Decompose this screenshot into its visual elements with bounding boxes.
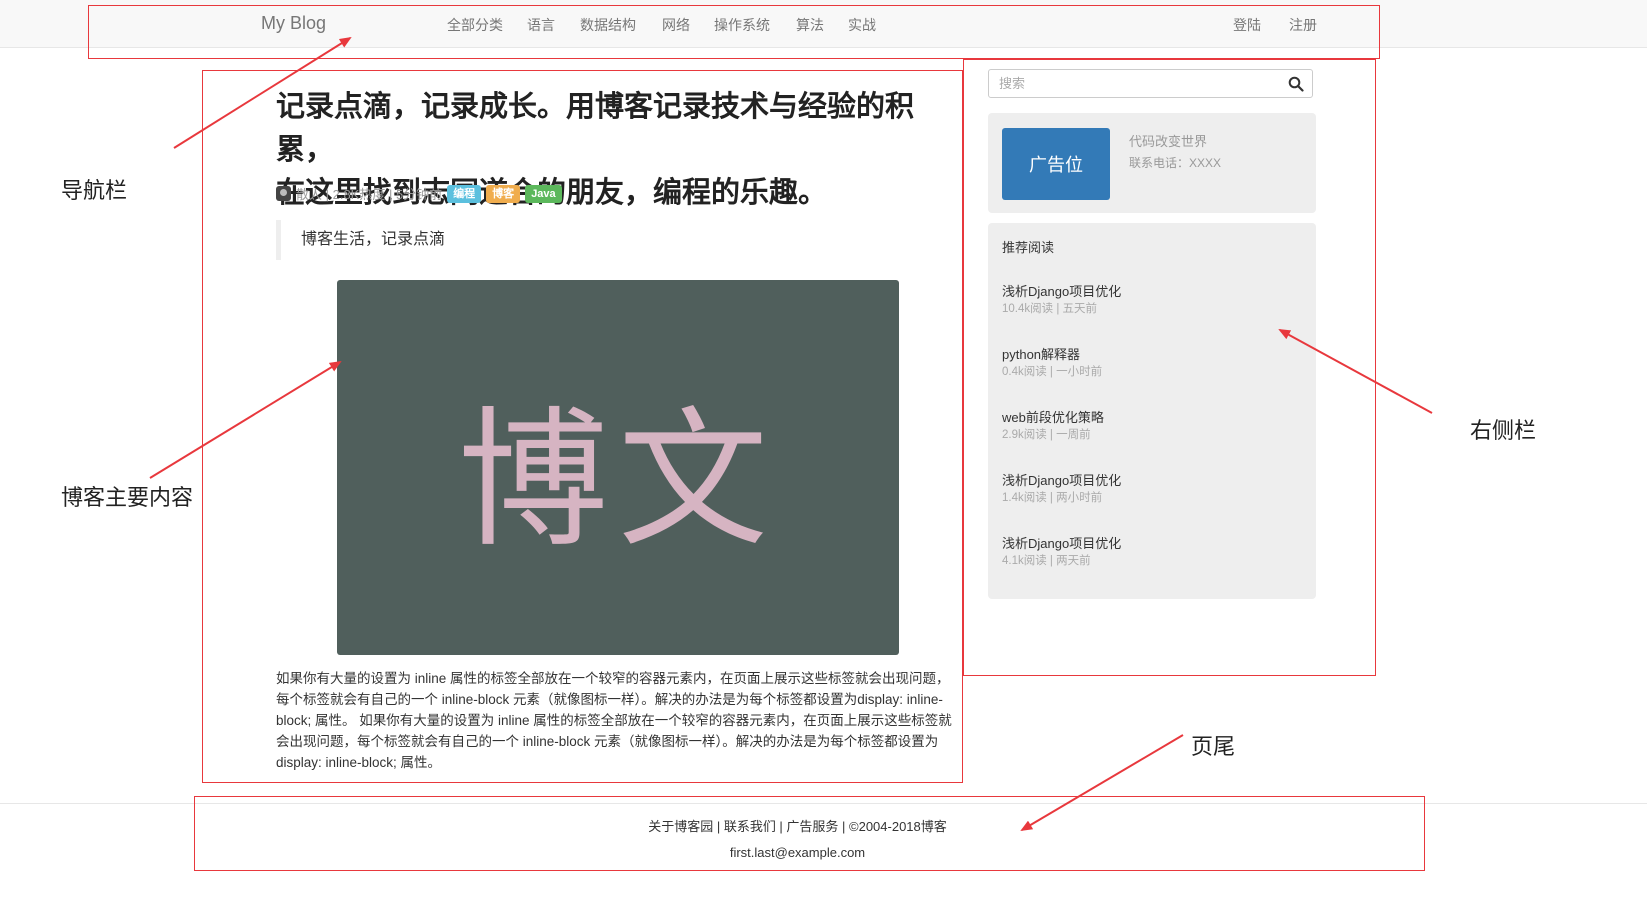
annotation-label-main: 博客主要内容 xyxy=(61,486,194,511)
annotation-box-main xyxy=(202,70,963,783)
annotation-box-navbar xyxy=(88,5,1380,59)
annotation-box-footer xyxy=(194,796,1425,871)
annotation-label-sidebar: 右侧栏 xyxy=(1470,419,1537,444)
annotation-box-sidebar xyxy=(963,59,1376,676)
annotation-label-navbar: 导航栏 xyxy=(61,179,128,204)
annotation-label-footer: 页尾 xyxy=(1191,735,1236,760)
